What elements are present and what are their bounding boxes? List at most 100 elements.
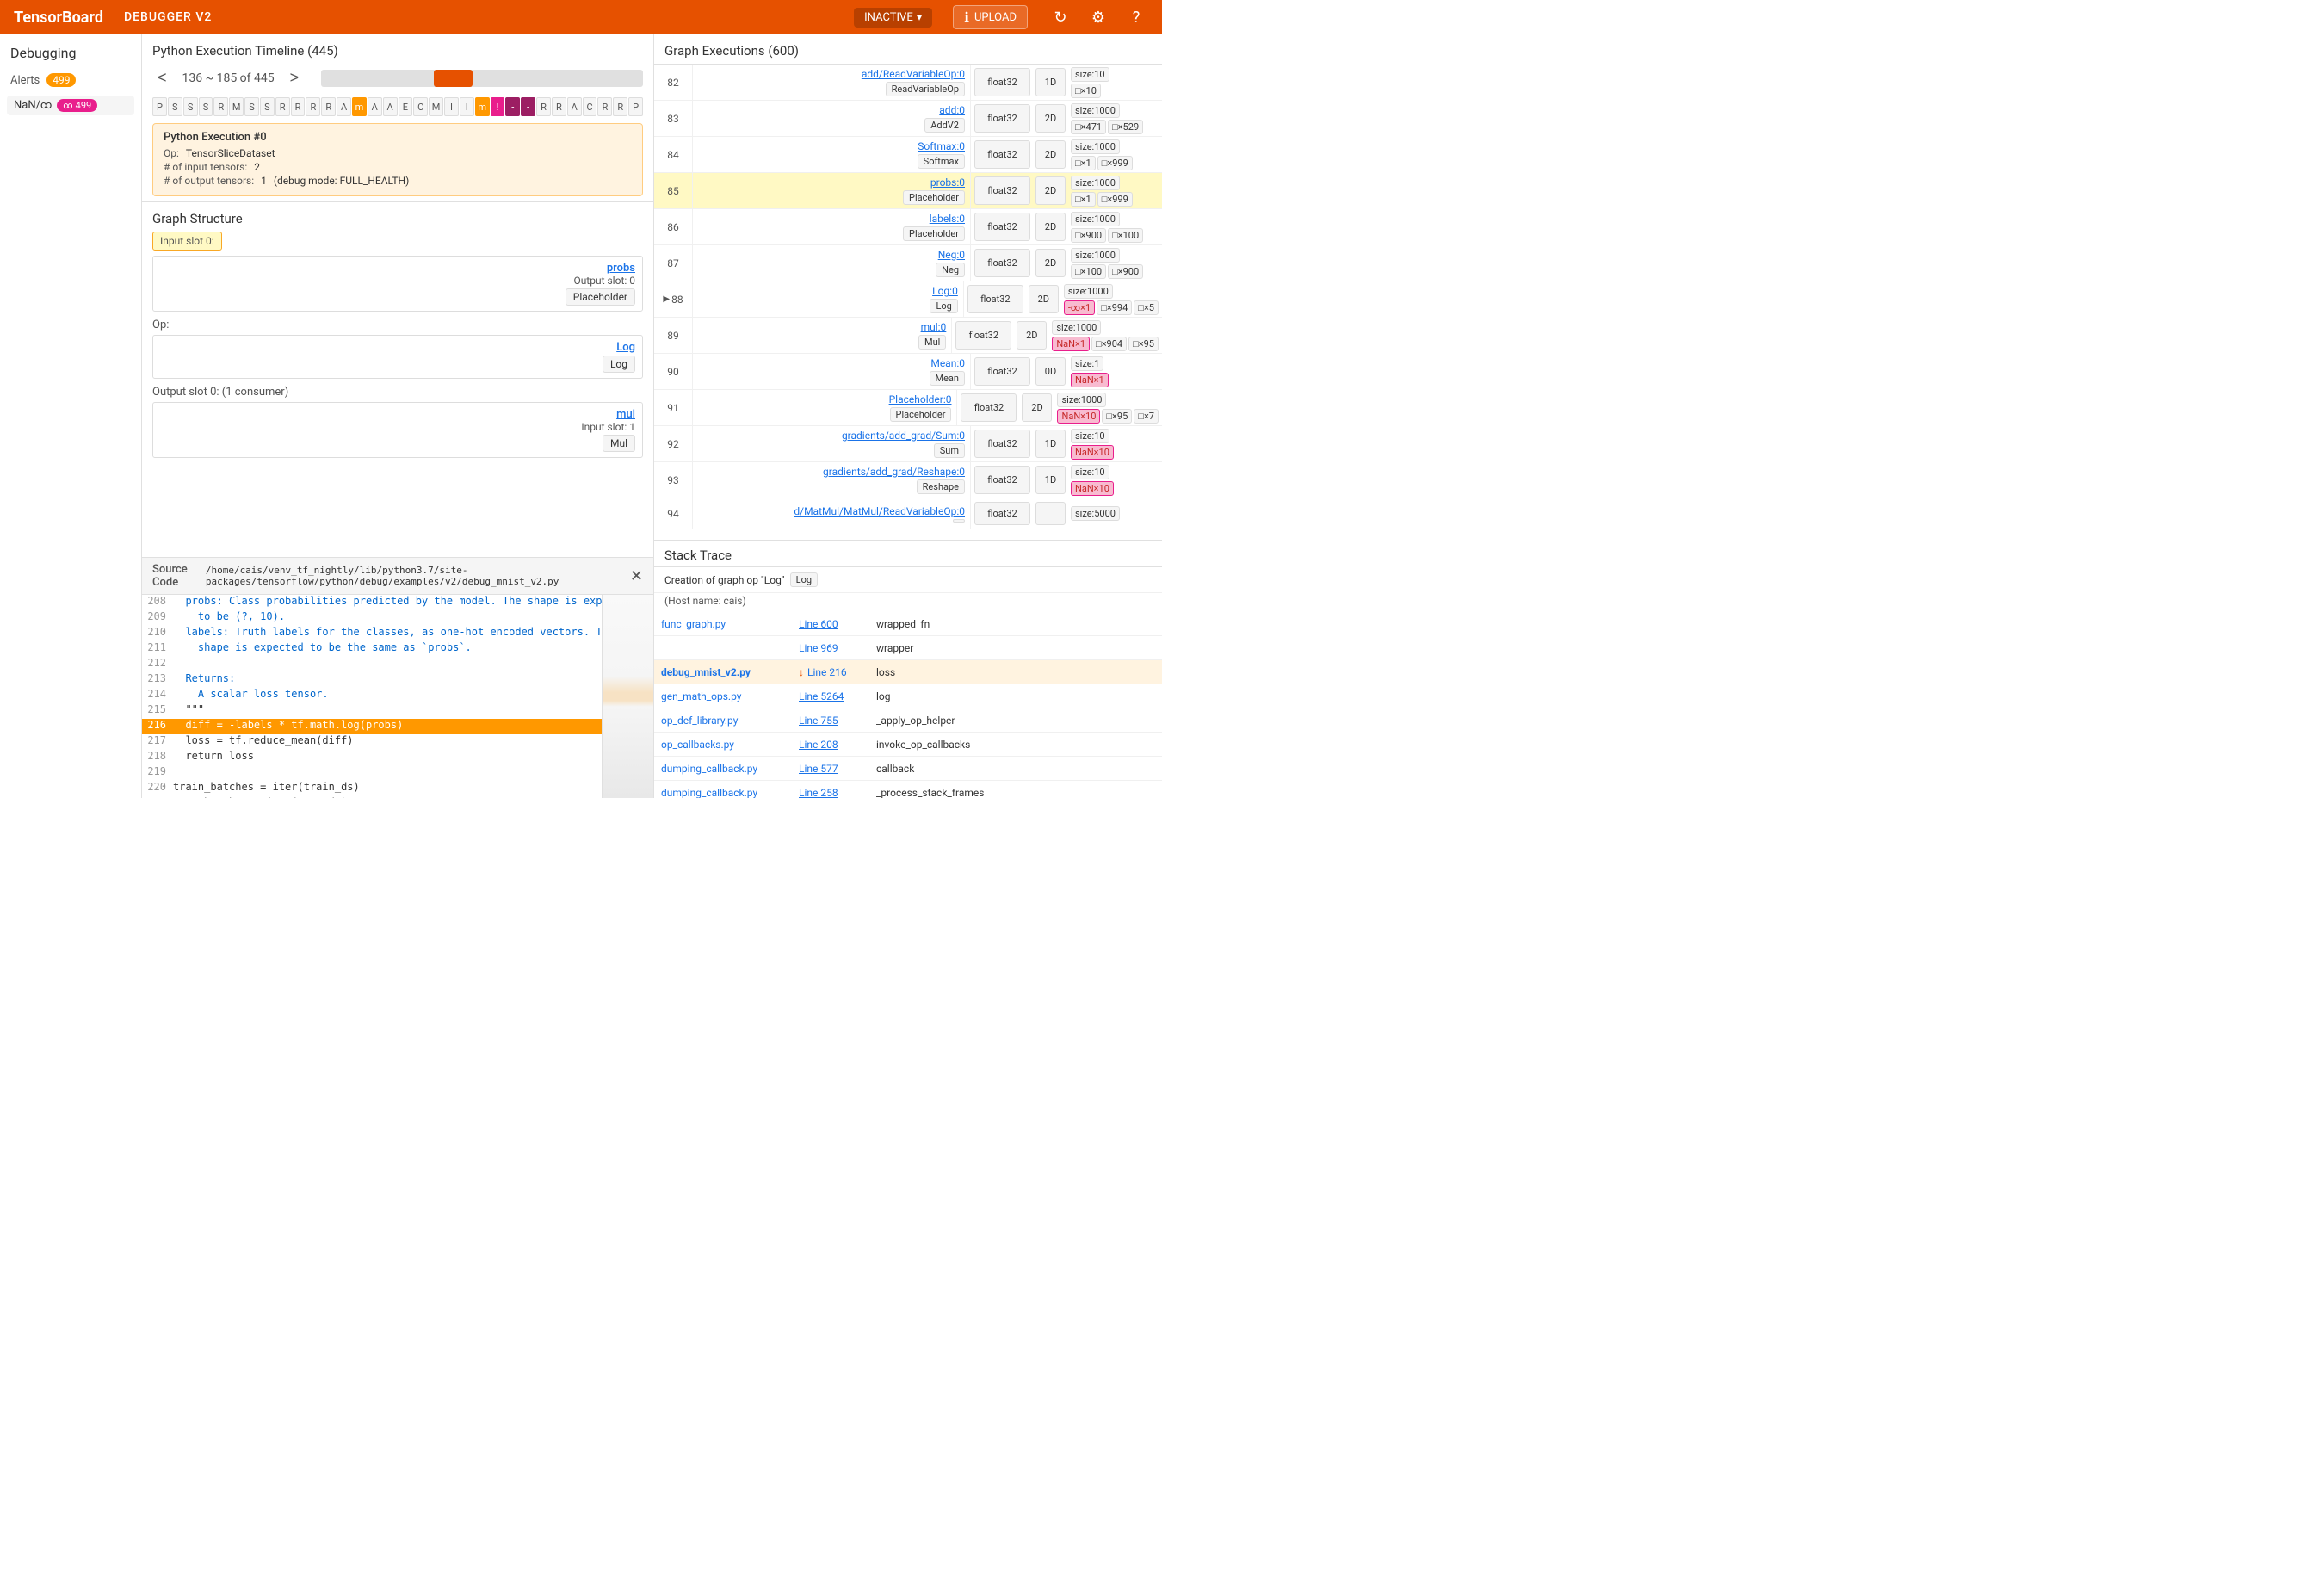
exec-letter-neg[interactable]: - bbox=[505, 97, 520, 116]
stack-line[interactable]: Line 208 bbox=[792, 735, 869, 754]
upload-button[interactable]: ℹ UPLOAD bbox=[953, 5, 1028, 29]
exec-letter-active[interactable]: m bbox=[352, 97, 367, 116]
exec-letter[interactable]: S bbox=[199, 97, 213, 116]
input-op-name[interactable]: probs bbox=[607, 262, 635, 275]
output-tensors-value: 1 bbox=[261, 175, 267, 187]
op-name[interactable]: add:0 bbox=[939, 104, 965, 116]
stack-func: wrapper bbox=[869, 639, 1162, 658]
exec-letter[interactable]: E bbox=[399, 97, 413, 116]
stack-file[interactable]: debug_mnist_v2.py bbox=[654, 663, 792, 682]
prev-button[interactable]: < bbox=[152, 67, 172, 89]
stack-line[interactable]: Line 5264 bbox=[792, 687, 869, 706]
row-num[interactable]: 90 bbox=[654, 354, 693, 389]
op-tag: ReadVariableOp bbox=[886, 82, 965, 96]
next-button[interactable]: > bbox=[285, 67, 305, 89]
op-name[interactable]: gradients/add_grad/Sum:0 bbox=[842, 430, 965, 442]
exec-letter[interactable]: R bbox=[613, 97, 627, 116]
slider-thumb[interactable] bbox=[434, 70, 473, 87]
row-num[interactable]: 92 bbox=[654, 426, 693, 461]
nan-row[interactable]: NaN/∞ ∞ 499 bbox=[7, 96, 134, 115]
op-name[interactable]: Mean:0 bbox=[930, 357, 965, 369]
refresh-button[interactable]: ↻ bbox=[1048, 5, 1072, 29]
source-line: 221 test_batches = iter(test_ds) bbox=[142, 796, 602, 798]
op-name[interactable]: gradients/add_grad/Reshape:0 bbox=[823, 466, 965, 478]
op-tag: Mul bbox=[918, 335, 946, 350]
op-name[interactable]: add/ReadVariableOp:0 bbox=[862, 68, 965, 80]
exec-letter[interactable]: M bbox=[429, 97, 443, 116]
row-num[interactable]: 85 bbox=[654, 173, 693, 208]
op-name[interactable]: labels:0 bbox=[930, 213, 965, 225]
exec-letter[interactable]: R bbox=[552, 97, 566, 116]
exec-letter-neg[interactable]: - bbox=[521, 97, 535, 116]
exec-letter[interactable]: R bbox=[536, 97, 551, 116]
exec-letter[interactable]: S bbox=[168, 97, 182, 116]
op-name[interactable]: Log:0 bbox=[932, 285, 958, 297]
exec-letter[interactable]: M bbox=[229, 97, 244, 116]
debugger-title: DEBUGGER V2 bbox=[124, 10, 212, 24]
exec-letter[interactable]: A bbox=[337, 97, 351, 116]
row-num[interactable]: 84 bbox=[654, 137, 693, 172]
stack-line[interactable]: Line 577 bbox=[792, 759, 869, 778]
op-name[interactable]: Placeholder:0 bbox=[889, 393, 952, 405]
rank-badge: 2D bbox=[1022, 393, 1052, 422]
status-selector[interactable]: INACTIVE ▾ bbox=[854, 8, 932, 28]
exec-letter[interactable]: R bbox=[275, 97, 290, 116]
row-num[interactable]: 89 bbox=[654, 318, 693, 353]
stack-line[interactable]: Line 258 bbox=[792, 783, 869, 799]
exec-letter[interactable]: S bbox=[244, 97, 259, 116]
op-tag: Log bbox=[603, 356, 635, 373]
stack-line-highlighted[interactable]: ↓Line 216 bbox=[792, 663, 869, 682]
op-name[interactable]: probs:0 bbox=[930, 176, 965, 189]
exec-letter[interactable]: R bbox=[597, 97, 612, 116]
close-icon[interactable]: ✕ bbox=[630, 567, 643, 585]
stack-file[interactable]: gen_math_ops.py bbox=[654, 687, 792, 706]
source-lines[interactable]: 208 probs: Class probabilities predicted… bbox=[142, 595, 602, 798]
row-num[interactable]: 93 bbox=[654, 462, 693, 498]
stack-file[interactable]: op_def_library.py bbox=[654, 711, 792, 730]
stack-file[interactable]: dumping_callback.py bbox=[654, 783, 792, 799]
row-num[interactable]: 86 bbox=[654, 209, 693, 244]
exec-letter[interactable]: A bbox=[368, 97, 382, 116]
op-name[interactable]: mul:0 bbox=[921, 321, 947, 333]
stack-file[interactable] bbox=[654, 645, 792, 652]
row-num[interactable]: 87 bbox=[654, 245, 693, 281]
stack-file[interactable]: dumping_callback.py bbox=[654, 759, 792, 778]
row-num[interactable]: 83 bbox=[654, 101, 693, 136]
stack-line[interactable]: Line 969 bbox=[792, 639, 869, 658]
alerts-row[interactable]: Alerts 499 bbox=[0, 68, 141, 92]
exec-letter[interactable]: R bbox=[306, 97, 320, 116]
exec-letter[interactable]: S bbox=[183, 97, 198, 116]
output-op-name[interactable]: mul bbox=[616, 408, 635, 421]
row-num[interactable]: 94 bbox=[654, 498, 693, 529]
exec-letter[interactable]: C bbox=[583, 97, 597, 116]
op-name[interactable]: d/MatMul/MatMul/ReadVariableOp:0 bbox=[794, 505, 965, 517]
exec-letter[interactable]: I bbox=[444, 97, 459, 116]
op-name[interactable]: Log bbox=[616, 341, 635, 354]
exec-letter[interactable]: P bbox=[628, 97, 643, 116]
help-button[interactable]: ? bbox=[1124, 5, 1148, 29]
exec-table[interactable]: 82 add/ReadVariableOp:0 ReadVariableOp f… bbox=[654, 65, 1162, 540]
exec-letter[interactable]: R bbox=[291, 97, 306, 116]
exec-letter[interactable]: m bbox=[475, 97, 490, 116]
exec-letter[interactable]: A bbox=[567, 97, 582, 116]
stack-file[interactable]: op_callbacks.py bbox=[654, 735, 792, 754]
exec-letter[interactable]: A bbox=[383, 97, 398, 116]
timeline-slider[interactable] bbox=[321, 70, 643, 87]
stack-file[interactable]: func_graph.py bbox=[654, 615, 792, 634]
stack-table[interactable]: func_graph.py Line 600 wrapped_fn Line 9… bbox=[654, 612, 1162, 798]
row-num[interactable]: ▶88 bbox=[654, 281, 693, 317]
op-name[interactable]: Softmax:0 bbox=[918, 140, 965, 152]
exec-letter[interactable]: P bbox=[152, 97, 167, 116]
exec-letter[interactable]: R bbox=[321, 97, 336, 116]
op-name[interactable]: Neg:0 bbox=[938, 249, 965, 261]
exec-letter-nan[interactable]: ! bbox=[491, 97, 505, 116]
exec-letter[interactable]: C bbox=[413, 97, 428, 116]
stack-line[interactable]: Line 755 bbox=[792, 711, 869, 730]
stack-line[interactable]: Line 600 bbox=[792, 615, 869, 634]
exec-letter[interactable]: I bbox=[460, 97, 474, 116]
row-num[interactable]: 82 bbox=[654, 65, 693, 100]
row-num[interactable]: 91 bbox=[654, 390, 693, 425]
exec-letter[interactable]: R bbox=[213, 97, 228, 116]
settings-button[interactable]: ⚙ bbox=[1086, 5, 1110, 29]
exec-letter[interactable]: S bbox=[260, 97, 275, 116]
